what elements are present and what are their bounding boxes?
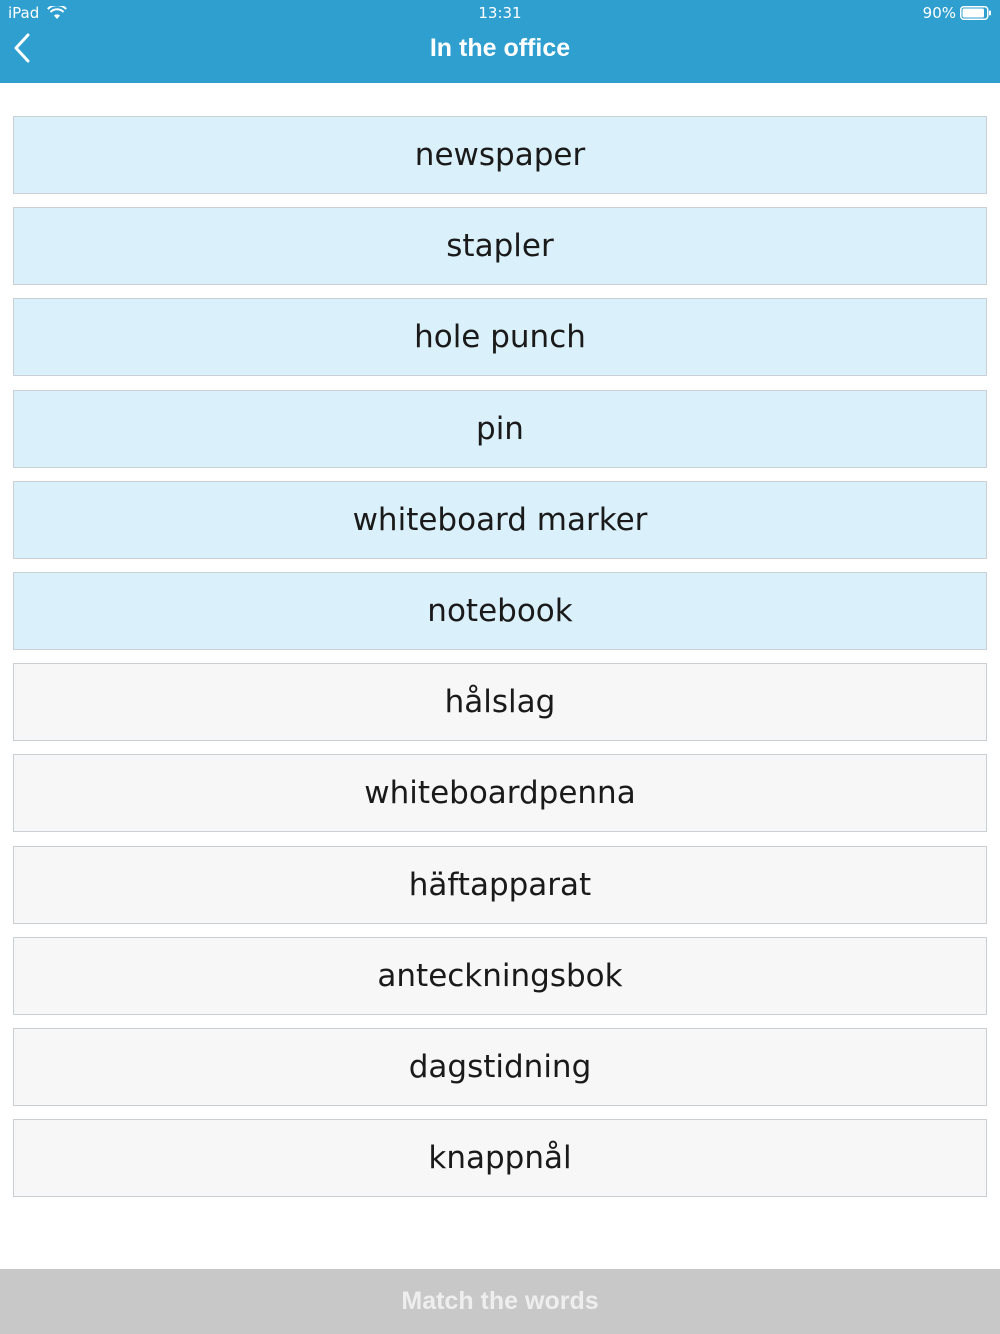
- swedish-word-card[interactable]: knappnål: [13, 1119, 987, 1198]
- swedish-word-card[interactable]: anteckningsbok: [13, 936, 987, 1015]
- battery-percentage: 90%: [922, 4, 956, 22]
- english-word-card[interactable]: notebook: [13, 571, 987, 650]
- english-word-card[interactable]: stapler: [13, 207, 987, 286]
- english-word-card[interactable]: whiteboard marker: [13, 480, 987, 559]
- english-word-card[interactable]: pin: [13, 389, 987, 468]
- page-title: In the office: [429, 34, 571, 62]
- battery-icon: [960, 6, 992, 20]
- navigation-bar: iPad 13:31 90% In the office: [0, 0, 1000, 83]
- status-time: 13:31: [478, 4, 522, 22]
- status-right: 90%: [923, 4, 992, 22]
- swedish-word-card[interactable]: dagstidning: [13, 1027, 987, 1106]
- app-screen: iPad 13:31 90% In the office newspaper s…: [0, 0, 1000, 1334]
- match-words-button[interactable]: Match the words: [0, 1269, 1000, 1334]
- word-list: newspaper stapler hole punch pin whitebo…: [13, 116, 987, 1210]
- swedish-word-card[interactable]: häftapparat: [13, 845, 987, 924]
- english-word-card[interactable]: hole punch: [13, 298, 987, 377]
- swedish-word-card[interactable]: hålslag: [13, 663, 987, 742]
- swedish-word-card[interactable]: whiteboardpenna: [13, 754, 987, 833]
- english-word-card[interactable]: newspaper: [13, 116, 987, 194]
